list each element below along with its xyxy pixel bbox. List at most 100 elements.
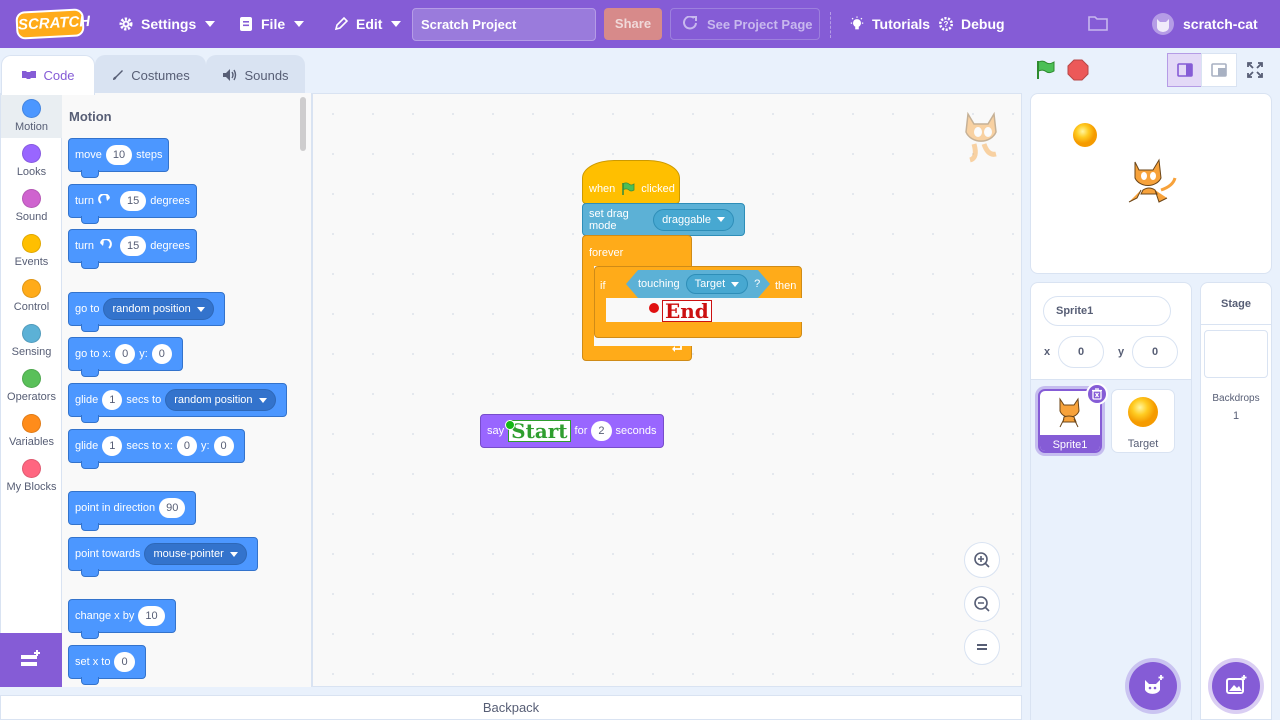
tab-costumes[interactable]: Costumes	[95, 55, 206, 94]
rotate-clockwise-icon	[98, 194, 112, 208]
drag-mode-dropdown[interactable]: draggable	[653, 208, 734, 231]
zoom-out-button[interactable]	[964, 586, 1000, 622]
sprite-tile-target[interactable]: Target	[1111, 389, 1175, 453]
change-x-input[interactable]: 10	[138, 606, 165, 626]
turn-right-block[interactable]: turn 15 degrees	[68, 184, 197, 224]
glide-to-block[interactable]: glide 1 secs to random position	[68, 383, 287, 423]
when-flag-clicked-block[interactable]: when clicked	[582, 160, 680, 204]
settings-menu[interactable]: Settings	[118, 0, 216, 48]
category-variables[interactable]: Variables	[1, 408, 62, 453]
category-looks[interactable]: Looks	[1, 138, 62, 183]
project-title-input[interactable]: Scratch Project	[412, 8, 596, 41]
green-flag-button[interactable]	[1034, 58, 1058, 82]
stop-button[interactable]	[1066, 58, 1090, 82]
block-text: secs to x:	[126, 440, 173, 452]
choose-backdrop-button[interactable]	[1212, 662, 1260, 710]
my-stuff-folder-icon[interactable]	[1088, 14, 1108, 32]
glide-target-dropdown[interactable]: random position	[165, 389, 276, 411]
go-to-xy-block[interactable]: go to x: 0 y: 0	[68, 337, 183, 377]
block-text: for	[574, 425, 588, 437]
set-x-block[interactable]: set x to 0	[68, 645, 146, 685]
block-text: y:	[139, 348, 148, 360]
debug-button[interactable]: ? Debug	[938, 0, 1005, 48]
touching-target-dropdown[interactable]: Target	[686, 274, 749, 294]
small-stage-icon	[1177, 63, 1193, 77]
fullscreen-button[interactable]	[1237, 53, 1273, 87]
point-towards-dropdown[interactable]: mouse-pointer	[144, 543, 247, 565]
large-stage-button[interactable]	[1201, 53, 1237, 87]
delete-sprite-button[interactable]	[1086, 383, 1108, 405]
point-towards-block[interactable]: point towards mouse-pointer	[68, 537, 258, 577]
share-button[interactable]: Share	[604, 8, 662, 40]
palette-scrollbar[interactable]	[300, 97, 306, 151]
category-operators[interactable]: Operators	[1, 363, 62, 408]
sprite-y-field[interactable]: 0	[1132, 336, 1178, 368]
set-x-input[interactable]: 0	[114, 652, 135, 672]
edit-menu[interactable]: Edit	[333, 0, 402, 48]
backpack-bar[interactable]: Backpack	[0, 695, 1022, 720]
change-x-block[interactable]: change x by 10	[68, 599, 176, 639]
glide-xy-block[interactable]: glide 1 secs to x: 0 y: 0	[68, 429, 245, 469]
y-input[interactable]: 0	[151, 344, 172, 364]
go-to-target-dropdown[interactable]: random position	[103, 298, 214, 320]
script-area[interactable]: when clicked set drag mode draggable for…	[312, 93, 1022, 687]
stage-thumbnail[interactable]	[1204, 330, 1268, 378]
secs-input[interactable]: 1	[102, 390, 123, 410]
choose-sprite-button[interactable]	[1129, 662, 1177, 710]
dropdown-value: random position	[174, 394, 253, 406]
sprite-x-field[interactable]: 0	[1058, 336, 1104, 368]
scratch-logo[interactable]: SCRATCH	[15, 8, 91, 40]
cat-add-icon	[1145, 675, 1164, 694]
y-input[interactable]: 0	[213, 436, 234, 456]
category-motion[interactable]: Motion	[1, 93, 62, 138]
block-palette: Motion move 10 steps turn 15 degrees tur…	[62, 93, 312, 687]
category-my-blocks[interactable]: My Blocks	[1, 453, 62, 498]
degrees-input[interactable]: 15	[119, 236, 147, 256]
stage-selector[interactable]: Stage Backdrops 1	[1200, 282, 1272, 720]
category-sensing[interactable]: Sensing	[1, 318, 62, 363]
zoom-reset-button[interactable]	[964, 629, 1000, 665]
category-sound[interactable]: Sound	[1, 183, 62, 228]
x-input[interactable]: 0	[115, 344, 136, 364]
avatar	[1152, 13, 1174, 35]
direction-input[interactable]: 90	[159, 498, 186, 518]
seconds-input[interactable]: 2	[591, 421, 612, 441]
category-events[interactable]: Events	[1, 228, 62, 273]
secs-input[interactable]: 1	[102, 436, 123, 456]
zoom-in-icon	[974, 552, 990, 568]
block-text: move	[75, 149, 102, 161]
tutorials-button[interactable]: Tutorials	[849, 0, 930, 48]
chevron-down-icon	[196, 306, 205, 312]
degrees-input[interactable]: 15	[119, 191, 147, 211]
block-text: if	[600, 280, 606, 292]
tab-code[interactable]: Code	[1, 55, 95, 95]
sprite-tile-label: Target	[1127, 438, 1159, 450]
small-stage-button[interactable]	[1167, 53, 1203, 87]
settings-label: Settings	[141, 16, 197, 32]
events-category-icon	[22, 234, 41, 253]
category-label: Variables	[8, 436, 55, 448]
sprite-name-field[interactable]: Sprite1	[1043, 296, 1171, 326]
category-control[interactable]: Control	[1, 273, 62, 318]
start-marker-dot	[505, 420, 515, 430]
go-to-block[interactable]: go to random position	[68, 292, 225, 332]
add-extension-button[interactable]	[0, 633, 62, 687]
turn-left-block[interactable]: turn 15 degrees	[68, 229, 197, 269]
start-annotation-label: Start	[508, 420, 571, 442]
move-steps-block[interactable]: move 10 steps	[68, 138, 170, 178]
zoom-in-button[interactable]	[964, 542, 1000, 578]
trash-icon	[1092, 388, 1102, 400]
see-project-page-button[interactable]: See Project Page	[670, 8, 820, 40]
target-sprite[interactable]	[1073, 123, 1097, 147]
stage-canvas[interactable]	[1030, 93, 1272, 274]
file-menu[interactable]: File	[238, 0, 305, 48]
x-input[interactable]: 0	[176, 436, 197, 456]
cat-sprite[interactable]	[1128, 158, 1177, 203]
user-account-menu[interactable]: scratch-cat	[1152, 0, 1258, 48]
say-for-seconds-block[interactable]: say Start for 2 seconds	[480, 414, 664, 448]
steps-input[interactable]: 10	[105, 145, 133, 165]
tab-sounds[interactable]: Sounds	[206, 55, 305, 94]
touching-block[interactable]: touching Target ?	[626, 270, 770, 298]
point-in-direction-block[interactable]: point in direction 90	[68, 491, 197, 531]
set-drag-mode-block[interactable]: set drag mode draggable	[582, 203, 745, 236]
